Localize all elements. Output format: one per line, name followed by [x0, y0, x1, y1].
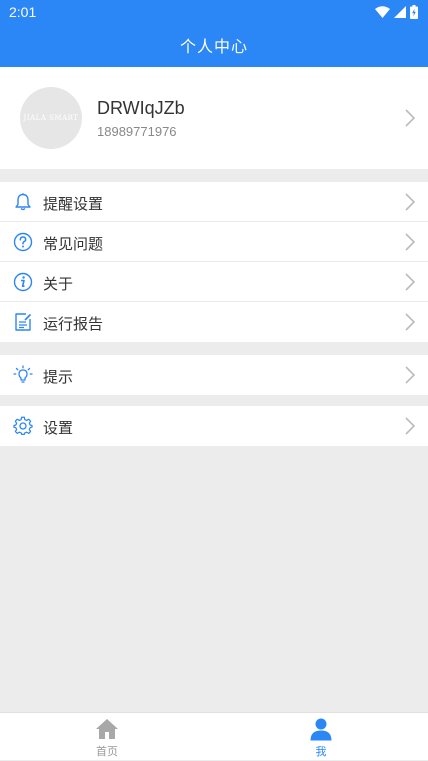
- chevron-right-icon: [405, 109, 416, 127]
- signal-icon: [394, 6, 406, 18]
- menu-item-tips[interactable]: 提示: [0, 355, 428, 395]
- status-bar: 2:01: [0, 0, 428, 26]
- user-icon: [310, 718, 332, 741]
- menu-item-reminder-settings[interactable]: 提醒设置: [0, 182, 428, 222]
- menu-item-run-report[interactable]: 运行报告: [0, 302, 428, 342]
- menu-item-label: 常见问题: [43, 235, 104, 253]
- status-icons: [375, 4, 418, 20]
- nav-tab-me[interactable]: 我: [214, 713, 428, 761]
- app-header: 2:01 个人中心: [0, 0, 428, 67]
- chevron-right-icon: [405, 273, 416, 291]
- menu-group-settings: 设置: [0, 406, 428, 446]
- bottom-nav: 首页 我: [0, 712, 428, 760]
- menu-item-label: 运行报告: [43, 315, 104, 333]
- chevron-right-icon: [405, 193, 416, 211]
- question-icon: [13, 232, 33, 252]
- gear-icon: [13, 416, 33, 435]
- chevron-right-icon: [405, 417, 416, 435]
- info-icon: [13, 272, 33, 292]
- report-icon: [15, 313, 32, 331]
- lightbulb-icon: [13, 365, 33, 383]
- avatar[interactable]: JIALA SMART: [20, 87, 82, 149]
- menu-item-settings[interactable]: 设置: [0, 406, 428, 446]
- wifi-icon: [375, 6, 390, 18]
- nav-tab-home[interactable]: 首页: [0, 713, 214, 761]
- chevron-right-icon: [405, 313, 416, 331]
- nav-home-label: 首页: [96, 745, 118, 758]
- bell-icon: [15, 193, 31, 211]
- menu-item-faq[interactable]: 常见问题: [0, 222, 428, 262]
- nav-me-label: 我: [315, 745, 327, 758]
- battery-icon: [410, 5, 418, 19]
- menu-item-label: 提醒设置: [43, 195, 104, 213]
- chevron-right-icon: [405, 233, 416, 251]
- username: DRWIqJZb: [97, 98, 185, 118]
- home-icon: [96, 719, 118, 739]
- profile-card[interactable]: JIALA SMART DRWIqJZb 18989771976: [0, 67, 428, 169]
- menu-item-label: 设置: [43, 419, 74, 437]
- menu-group-tips: 提示: [0, 355, 428, 395]
- menu-item-label: 提示: [43, 368, 74, 386]
- menu-item-label: 关于: [43, 275, 74, 293]
- avatar-logo-text: JIALA SMART: [23, 114, 79, 122]
- menu-group-main: 提醒设置 常见问题 关于 运行报告: [0, 182, 428, 342]
- chevron-right-icon: [405, 366, 416, 384]
- page-title: 个人中心: [179, 37, 248, 56]
- phone-number: 18989771976: [97, 124, 177, 139]
- menu-item-about[interactable]: 关于: [0, 262, 428, 302]
- status-time: 2:01: [9, 4, 37, 20]
